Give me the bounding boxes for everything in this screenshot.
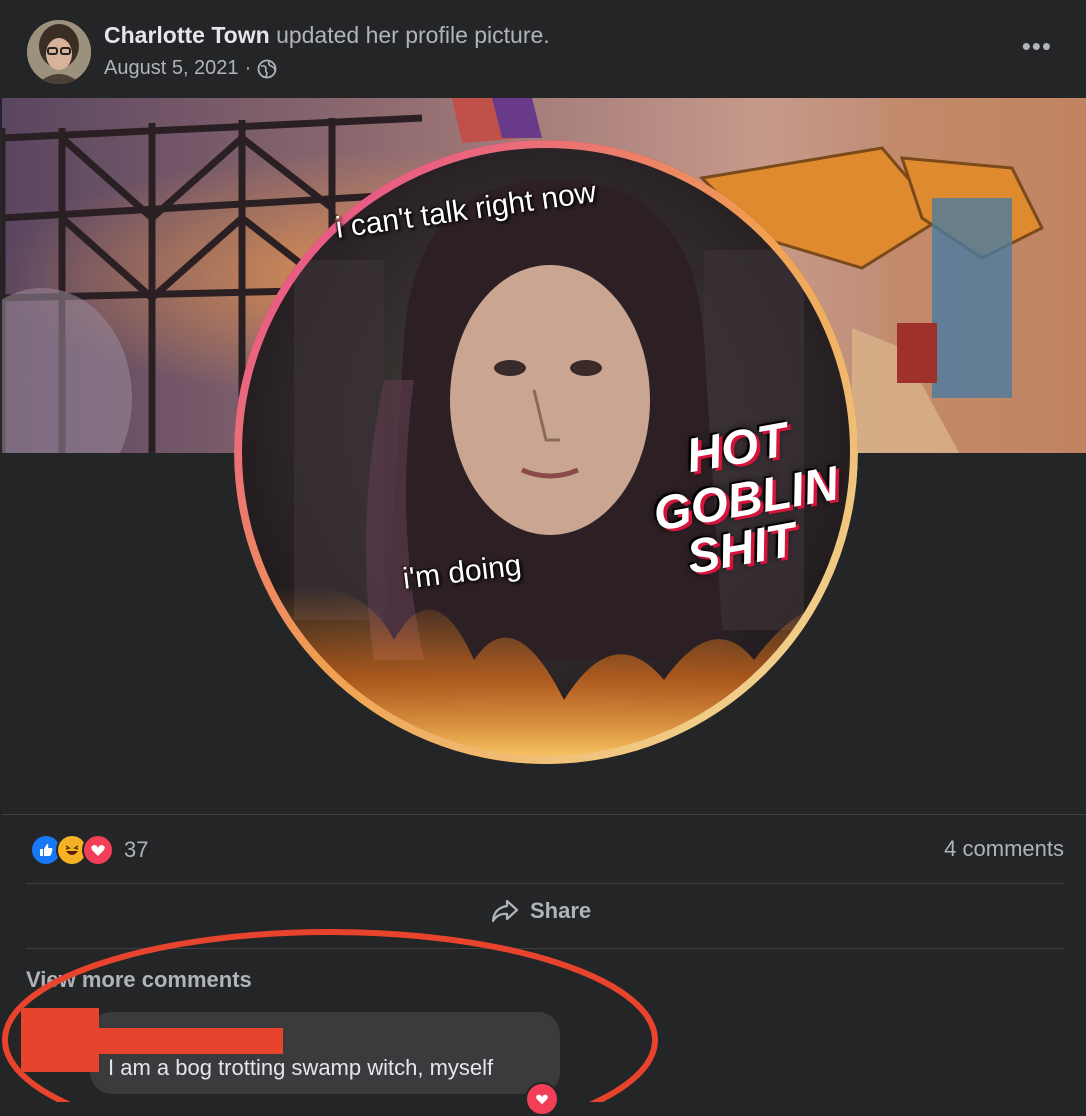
globe-icon[interactable] <box>257 59 277 79</box>
share-label: Share <box>530 898 592 923</box>
more-options-button[interactable]: ••• <box>1022 33 1052 59</box>
reactions-summary[interactable]: 37 <box>30 834 148 866</box>
comments-count-link[interactable]: 4 comments <box>944 836 1064 862</box>
share-button[interactable]: Share <box>490 898 591 924</box>
actions-divider <box>26 948 1064 949</box>
photo-divider <box>2 814 1086 815</box>
redaction-box-avatar <box>21 1008 99 1072</box>
post-action-text: updated her profile picture. <box>276 22 550 48</box>
stats-divider <box>26 883 1064 884</box>
view-more-comments-link[interactable]: View more comments <box>26 967 252 993</box>
meta-separator: · <box>244 57 252 79</box>
post-title-line: Charlotte Town updated her profile pictu… <box>104 22 550 49</box>
redaction-box-name <box>98 1028 283 1054</box>
author-avatar[interactable] <box>27 20 91 84</box>
post-header: Charlotte Town updated her profile pictu… <box>0 0 1086 98</box>
comment-text: I am a bog trotting swamp witch, myself <box>108 1055 494 1080</box>
author-name-link[interactable]: Charlotte Town <box>104 22 270 48</box>
post-meta: August 5, 2021 · <box>104 57 277 80</box>
reaction-count[interactable]: 37 <box>124 837 148 863</box>
post-date-link[interactable]: August 5, 2021 <box>104 57 239 80</box>
avatar-image <box>27 20 91 84</box>
love-icon[interactable] <box>525 1082 559 1116</box>
love-icon <box>82 834 114 866</box>
share-icon <box>490 898 520 924</box>
